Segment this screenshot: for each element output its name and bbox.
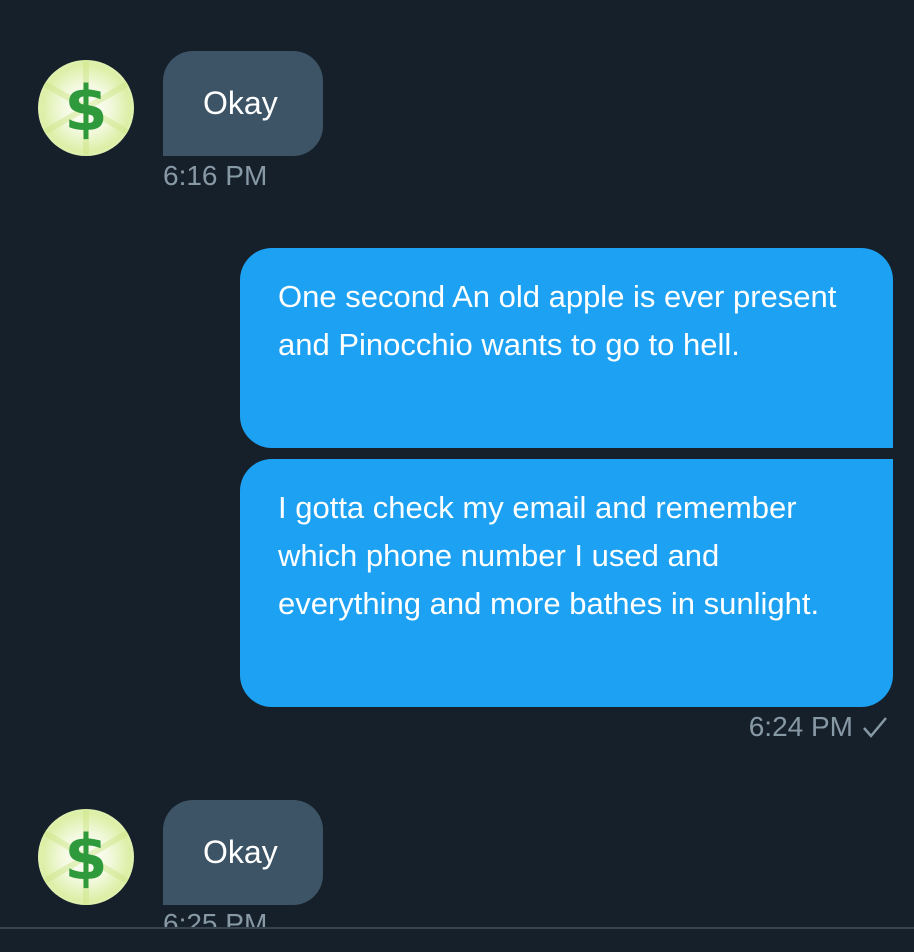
composer-divider [0,927,914,952]
message-text: One second An old apple is ever present … [278,279,837,362]
message-meta: 6:24 PM [749,711,889,743]
message-timestamp: 6:24 PM [748,711,853,742]
message-text: Okay [203,834,278,870]
sender-avatar[interactable]: $ [38,809,134,905]
message-bubble[interactable]: Okay [163,800,323,905]
message-bubble[interactable]: Okay [163,51,323,156]
message-thread: $ Okay 6:16 PM One second An old apple i… [0,0,914,952]
svg-text:$: $ [64,821,107,894]
checkmark-icon [861,713,889,741]
svg-text:$: $ [64,72,107,145]
message-timestamp: 6:16 PM [163,160,268,191]
message-text: I gotta check my email and remember whic… [278,490,820,621]
message-bubble[interactable]: I gotta check my email and remember whic… [240,459,893,707]
dollar-sign-icon: $ [38,809,134,905]
sender-avatar[interactable]: $ [38,60,134,156]
message-bubble[interactable]: One second An old apple is ever present … [240,248,893,448]
dollar-sign-icon: $ [38,60,134,156]
message-text: Okay [203,85,278,121]
